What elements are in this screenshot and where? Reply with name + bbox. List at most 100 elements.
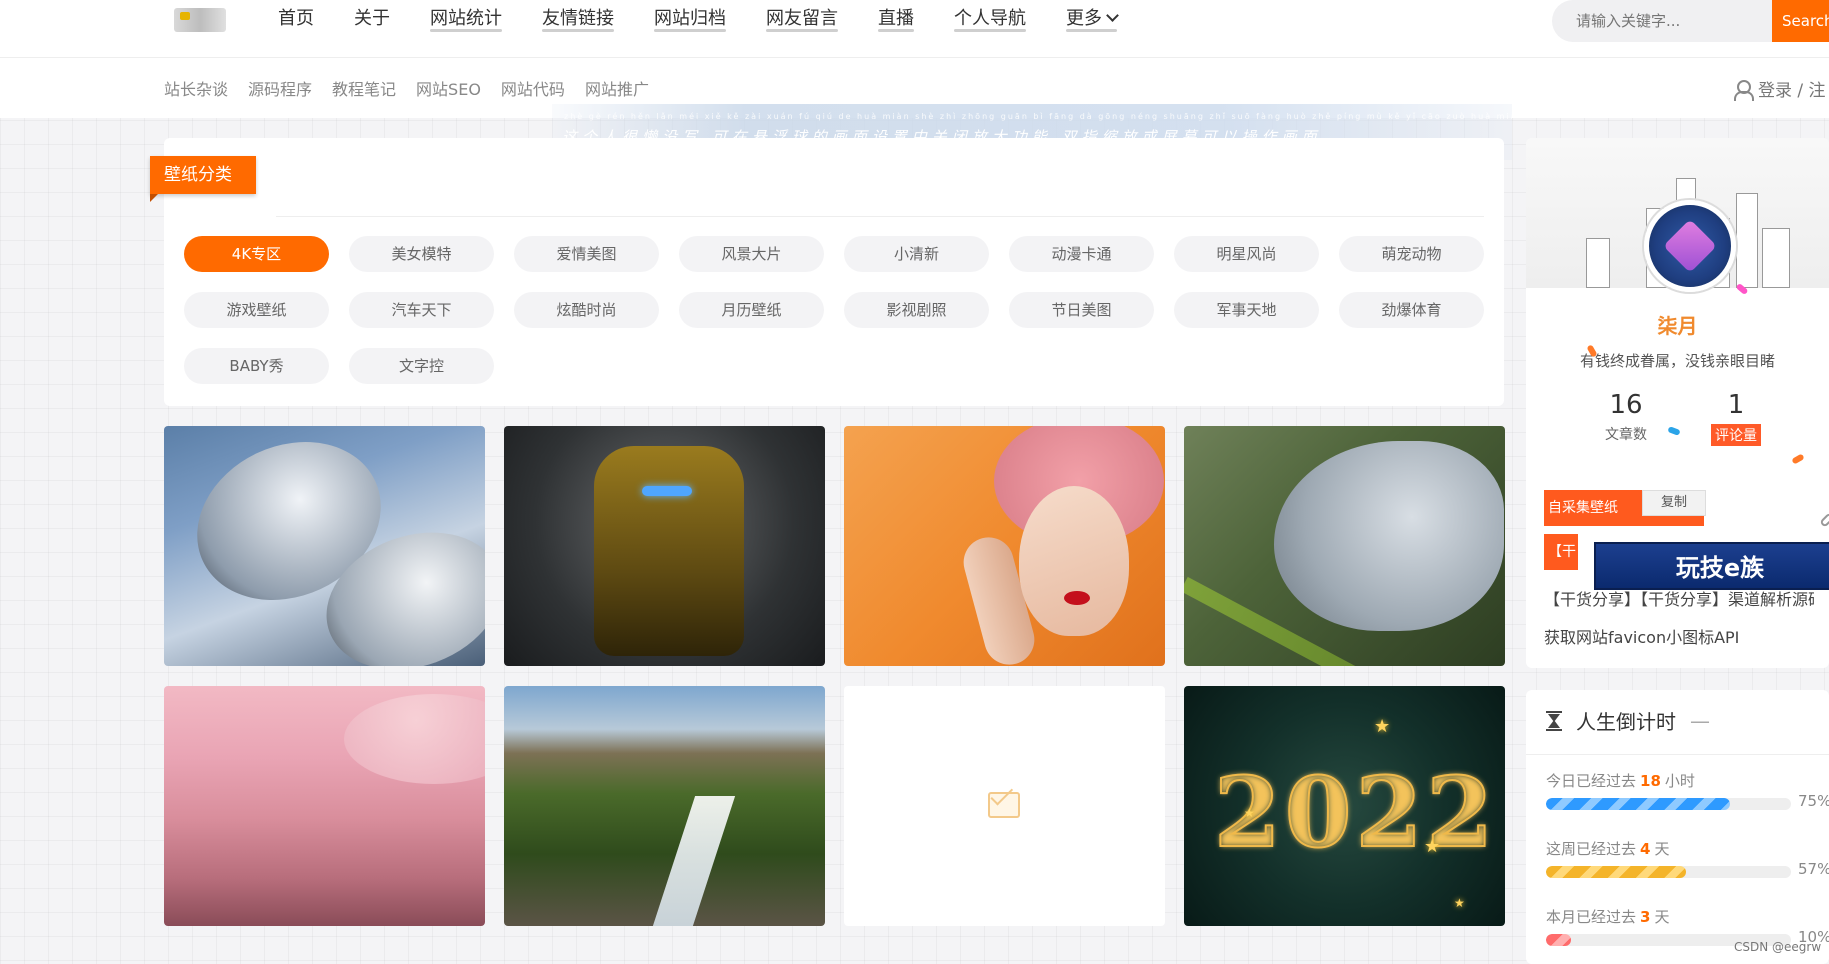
search-input[interactable] (1552, 0, 1772, 42)
nav-personal-nav[interactable]: 个人导航 (934, 0, 1046, 40)
star-icon: ★ (1424, 836, 1441, 857)
progress-percent: 57% (1798, 860, 1829, 878)
wallpaper-thumb-waterfall[interactable] (504, 686, 825, 926)
year-text: 2022 (1213, 755, 1498, 870)
image-placeholder-icon (988, 792, 1020, 818)
wallpaper-thumb-placeholder[interactable] (844, 686, 1165, 926)
countdown-prefix: 这周已经过去 (1546, 840, 1637, 858)
wallpaper-thumb-woman[interactable] (844, 426, 1165, 666)
nav-home[interactable]: 首页 (258, 0, 334, 40)
profile-name: 柒月 (1657, 314, 1698, 338)
wallpaper-thumb-butterfly[interactable] (1184, 426, 1505, 666)
tag-military[interactable]: 军事天地 (1174, 292, 1319, 328)
wallpaper-thumb-2022[interactable]: 2022 ★ ★ ★ ★ (1184, 686, 1505, 926)
avatar[interactable] (1644, 200, 1736, 292)
tag-models[interactable]: 美女模特 (349, 236, 494, 272)
site-logo[interactable] (174, 8, 226, 32)
article-tag: 【干 (1544, 534, 1578, 570)
subnav-link-5[interactable]: 网站代码 (501, 76, 565, 100)
tag-movies[interactable]: 影视剧照 (844, 292, 989, 328)
avatar-logo-icon (1663, 219, 1717, 273)
stat-comments-label: 评论量 (1711, 424, 1761, 446)
wallpaper-thumb-clouds[interactable] (164, 686, 485, 926)
tag-holiday[interactable]: 节日美图 (1009, 292, 1154, 328)
building-shape (1586, 238, 1610, 288)
nav-stats[interactable]: 网站统计 (410, 0, 522, 40)
tag-stars[interactable]: 明星风尚 (1174, 236, 1319, 272)
robot-shape (544, 446, 794, 656)
tag-pets[interactable]: 萌宠动物 (1339, 236, 1484, 272)
tag-sports[interactable]: 劲爆体育 (1339, 292, 1484, 328)
countdown-row-month: 本月已经过去 3 天 10% (1546, 906, 1829, 946)
tag-anime[interactable]: 动漫卡通 (1009, 236, 1154, 272)
nav-more[interactable]: 更多 (1046, 0, 1137, 40)
planet-shape (344, 694, 485, 784)
tag-calendar[interactable]: 月历壁纸 (679, 292, 824, 328)
countdown-header: 人生倒计时 — (1546, 706, 1710, 735)
nav-about[interactable]: 关于 (334, 0, 410, 40)
progress-fill (1546, 934, 1571, 946)
tag-love[interactable]: 爱情美图 (514, 236, 659, 272)
article-link[interactable]: 【干货分享】【干货分享】渠道解析源码 (1544, 586, 1814, 610)
progress-track (1546, 866, 1791, 878)
user-icon (1734, 79, 1754, 101)
countdown-unit: 天 (1654, 908, 1670, 926)
nav-more-label: 更多 (1066, 8, 1102, 29)
login-link[interactable]: 登录 / 注 (1734, 76, 1826, 101)
building-shape (1762, 228, 1790, 288)
nav-archive[interactable]: 网站归档 (634, 0, 746, 40)
divider (1526, 754, 1829, 755)
countdown-label: 今日已经过去 18 小时 (1546, 770, 1829, 791)
tag-cool[interactable]: 炫酷时尚 (514, 292, 659, 328)
banner-pinyin: zhè gè rén hěn lǎn méi xiě kě zài xuán f… (564, 112, 1512, 121)
countdown-value: 18 (1640, 772, 1661, 790)
countdown-prefix: 今日已经过去 (1546, 772, 1637, 790)
stat-comments-value: 1 (1727, 390, 1745, 420)
link-icon (1819, 512, 1829, 528)
top-navbar: 首页 关于 网站统计 友情链接 网站归档 网友留言 直播 个人导航 更多 Sea… (0, 0, 1829, 58)
progress-percent: 75% (1798, 792, 1829, 810)
game-logo-overlay: 玩技e族 (1594, 542, 1829, 590)
article-link[interactable]: 获取网站favicon小图标API (1544, 624, 1814, 648)
subnav-link-6[interactable]: 网站推广 (585, 76, 649, 100)
nav-live[interactable]: 直播 (858, 0, 934, 40)
stat-articles[interactable]: 16 文章数 (1566, 390, 1686, 444)
confetti (1791, 453, 1805, 465)
search-button[interactable]: Search (1772, 0, 1829, 42)
stat-articles-value: 16 (1609, 390, 1643, 420)
countdown-prefix: 本月已经过去 (1546, 908, 1637, 926)
waterfall-shape (652, 796, 736, 926)
subnav-link-2[interactable]: 源码程序 (248, 76, 312, 100)
countdown-unit: 天 (1654, 840, 1670, 858)
tag-fresh[interactable]: 小清新 (844, 236, 989, 272)
hourglass-icon (1546, 710, 1562, 731)
countdown-unit: 小时 (1664, 772, 1695, 790)
tag-4k[interactable]: 4K专区 (184, 236, 329, 272)
countdown-title: 人生倒计时 (1576, 710, 1676, 734)
wallpaper-thumb-robot[interactable] (504, 426, 825, 666)
divider (276, 216, 1484, 217)
chevron-down-icon (1106, 9, 1119, 22)
tag-baby[interactable]: BABY秀 (184, 348, 329, 384)
nav-friend-links[interactable]: 友情链接 (522, 0, 634, 40)
subnav-link-1[interactable]: 站长杂谈 (164, 76, 228, 100)
category-panel: 壁纸分类 4K专区 美女模特 爱情美图 风景大片 小清新 动漫卡通 明星风尚 萌… (150, 138, 1504, 406)
countdown-row-week: 这周已经过去 4 天 57% (1546, 838, 1829, 878)
copy-button[interactable]: 复制 (1642, 490, 1706, 516)
profile-bio: 有钱终成眷属，没钱亲眼目睹 (1579, 352, 1775, 370)
life-countdown-card: 人生倒计时 — 今日已经过去 18 小时 75% 这周已经过去 4 天 57% 本月已经… (1526, 690, 1829, 964)
subnav-link-3[interactable]: 教程笔记 (332, 76, 396, 100)
stat-comments[interactable]: 1 评论量 (1676, 390, 1796, 446)
countdown-label: 这周已经过去 4 天 (1546, 838, 1829, 859)
star-icon: ★ (1454, 896, 1465, 910)
watermark: CSDN @eegrw (1734, 940, 1822, 954)
wallpaper-thumb-satellite[interactable] (164, 426, 485, 666)
tag-text[interactable]: 文字控 (349, 348, 494, 384)
tag-games[interactable]: 游戏壁纸 (184, 292, 329, 328)
sub-nav-links: 站长杂谈 源码程序 教程笔记 网站SEO 网站代码 网站推广 (164, 76, 669, 100)
subnav-link-4[interactable]: 网站SEO (416, 76, 481, 100)
tag-cars[interactable]: 汽车天下 (349, 292, 494, 328)
tag-scenery[interactable]: 风景大片 (679, 236, 824, 272)
countdown-value: 3 (1640, 908, 1651, 926)
nav-guestbook[interactable]: 网友留言 (746, 0, 858, 40)
